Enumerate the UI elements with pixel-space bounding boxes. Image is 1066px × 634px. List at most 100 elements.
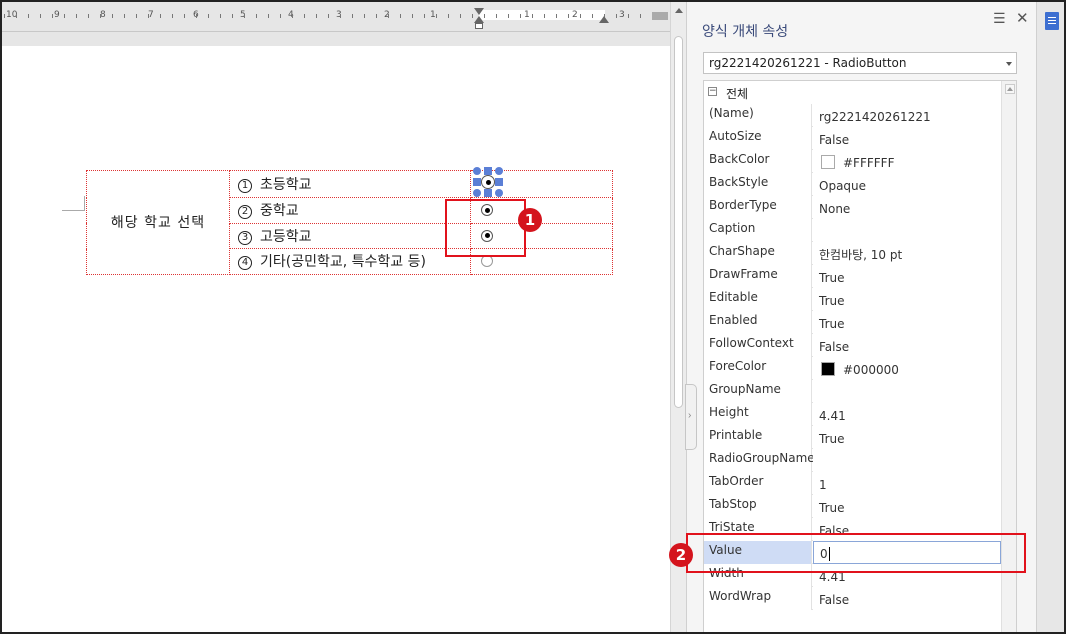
property-row[interactable]: DrawFrame True [704,265,1001,288]
property-name: Editable [704,288,812,311]
property-value[interactable] [813,219,1001,242]
option-label: 고등학교 [260,228,312,245]
ruler-tick [136,14,137,18]
option-label: 기타(공민학교, 특수학교 등) [260,254,426,271]
property-group-header[interactable]: − 전체 [704,81,1001,104]
ruler-tick [4,14,5,18]
property-row[interactable]: Height 4.41 [704,403,1001,426]
property-value[interactable] [813,449,1001,472]
property-row[interactable]: BackColor #FFFFFF [704,150,1001,173]
property-value-text: rg2221420261221 [819,110,931,124]
left-indent-marker[interactable] [474,16,484,23]
property-value[interactable]: True [813,288,1001,311]
property-name: BorderType [704,196,812,219]
property-row[interactable]: (Name) rg2221420261221 [704,104,1001,127]
property-value[interactable]: 1 [813,472,1001,495]
side-toolbar [1036,2,1064,632]
panel-title: 양식 개체 속성 [702,24,789,40]
property-row[interactable]: CharShape 한컴바탕, 10 pt [704,242,1001,265]
right-indent-marker[interactable] [599,16,609,23]
document-page[interactable] [2,46,670,632]
property-value[interactable]: False [813,127,1001,150]
ruler-tick [376,14,377,18]
ruler-tick [28,14,29,18]
property-name: Printable [704,426,812,449]
ruler-tick [40,14,41,18]
property-value[interactable]: True [813,426,1001,449]
object-selector-dropdown[interactable]: rg2221420261221 - RadioButton [703,52,1017,74]
property-value-text: True [819,432,845,446]
menu-icon[interactable]: ☰ [993,10,1006,27]
ruler-tick [640,14,641,18]
property-row[interactable]: ForeColor #000000 [704,357,1001,380]
property-row[interactable]: Editable True [704,288,1001,311]
ruler-tick [76,14,77,18]
property-value[interactable]: 한컴바탕, 10 pt [813,242,1001,265]
radio-button[interactable] [481,255,493,268]
first-line-indent-marker[interactable] [474,8,484,15]
property-value[interactable]: 4.41 [813,403,1001,426]
color-swatch[interactable] [821,362,835,376]
selected-radio-button-object[interactable] [473,167,503,197]
property-row[interactable]: RadioGroupName [704,449,1001,472]
property-value-text: 1 [819,478,827,492]
property-row[interactable]: TabStop True [704,495,1001,518]
scroll-up-icon[interactable] [675,8,683,13]
property-row[interactable]: BackStyle Opaque [704,173,1001,196]
ruler-number: 1 [430,10,436,20]
ruler-tick [232,14,233,18]
ruler-tick [220,14,221,18]
ruler-number: 3 [619,10,625,20]
ruler-tick [340,14,341,18]
property-value[interactable]: #000000 [813,357,1001,380]
ruler-tick [304,14,305,18]
property-value[interactable]: False [813,334,1001,357]
property-row[interactable]: WordWrap False [704,587,1001,610]
property-value[interactable]: rg2221420261221 [813,104,1001,127]
option-number: 1 [238,179,252,193]
color-swatch[interactable] [821,155,835,169]
property-row[interactable]: TabOrder 1 [704,472,1001,495]
scrollbar-thumb[interactable] [674,36,683,408]
property-value[interactable] [813,380,1001,403]
property-value-text: 4.41 [819,409,846,423]
ruler-tick [496,14,497,18]
ruler-tick [280,14,281,18]
ruler-tick [388,14,389,18]
left-margin-marker[interactable] [475,23,483,29]
property-row[interactable]: GroupName [704,380,1001,403]
property-value[interactable]: True [813,311,1001,334]
ruler-tick [544,14,545,18]
option-label-cell: 1 초등학교 [229,170,471,198]
ruler-tick [400,14,401,18]
option-label-cell: 4 기타(공민학교, 특수학교 등) [229,248,471,275]
property-value[interactable]: None [813,196,1001,219]
property-name: CharShape [704,242,812,265]
scroll-up-icon[interactable] [1005,84,1015,94]
collapse-toggle-icon[interactable]: − [708,87,717,96]
property-row[interactable]: FollowContext False [704,334,1001,357]
property-row[interactable]: Printable True [704,426,1001,449]
property-value[interactable]: True [813,495,1001,518]
property-row[interactable]: Caption [704,219,1001,242]
property-value[interactable]: #FFFFFF [813,150,1001,173]
document-vertical-scrollbar[interactable] [670,2,686,632]
property-row[interactable]: Enabled True [704,311,1001,334]
property-value[interactable]: True [813,265,1001,288]
ruler-tick [16,14,17,18]
ruler-tick [244,14,245,18]
close-icon[interactable]: ✕ [1016,9,1029,27]
property-value-text: False [819,593,850,607]
panel-collapse-handle[interactable]: › [685,384,697,450]
property-name: BackStyle [704,173,812,196]
property-value[interactable]: Opaque [813,173,1001,196]
property-value[interactable]: False [813,587,1001,610]
horizontal-ruler[interactable]: 10987654321123 [2,2,670,32]
property-row[interactable]: BorderType None [704,196,1001,219]
document-icon[interactable] [1045,12,1059,30]
app-window: 10987654321123 해당 학교 선택 1초등학교 [0,0,1066,634]
ruler-tick [568,14,569,18]
document-area[interactable]: 10987654321123 해당 학교 선택 1초등학교 [2,2,670,632]
property-name: Height [704,403,812,426]
property-row[interactable]: AutoSize False [704,127,1001,150]
